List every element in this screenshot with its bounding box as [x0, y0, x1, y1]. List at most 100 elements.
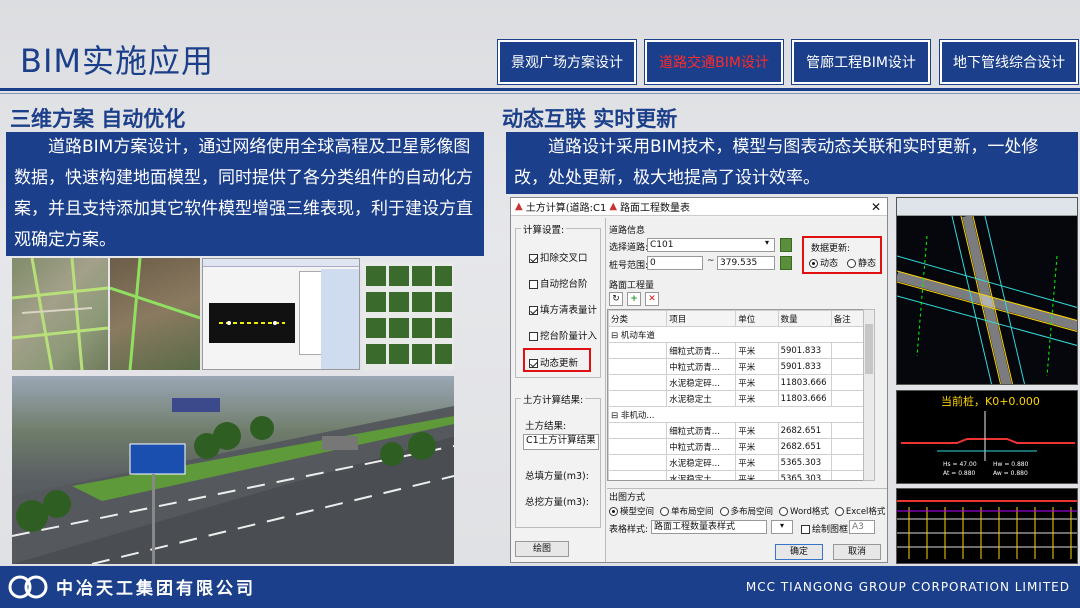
left-heading: 三维方案 自动优化: [10, 107, 186, 131]
column-header[interactable]: 分类: [608, 310, 668, 327]
road-info-label: 道路信息: [609, 226, 646, 236]
table-row[interactable]: 水泥稳定土 平米 5365.303: [608, 470, 874, 480]
quantity-table: 分类 项目 单位 数量 备注 ⊟ 机动车道 细粒式沥青... 平米 5901.833 中粒式沥青…: [607, 309, 875, 481]
paper-select[interactable]: A3: [849, 520, 875, 534]
group-label: ⊟ 非机动...: [608, 406, 874, 423]
qty-cell: 5901.833: [777, 342, 832, 359]
left-description: 道路BIM方案设计，通过网络使用全球高程及卫星影像图数据，快速构建地面模型，同时…: [6, 132, 484, 256]
tilde: ~: [707, 256, 715, 266]
table-group-row[interactable]: ⊟ 机动车道: [608, 326, 874, 343]
radio-icon: [834, 507, 844, 516]
select-road-label: 选择道路:: [609, 243, 649, 253]
dialog1-title: 土方计算(道路:C1: [525, 203, 607, 214]
table-scrollbar[interactable]: [863, 309, 875, 481]
tab-road-bim[interactable]: 道路交通BIM设计: [645, 40, 783, 84]
item-cell: 水泥稳定碎...: [666, 454, 737, 471]
table-row[interactable]: 水泥稳定碎... 平米 11803.666: [608, 374, 874, 391]
station-from-input[interactable]: 0: [647, 256, 703, 270]
checkbox-icon: [529, 280, 538, 289]
road-3d-rendering: [12, 376, 454, 564]
radio-label: 多布局空间: [730, 507, 774, 517]
cut-volume-label: 总挖方量(m3):: [525, 497, 589, 508]
delete-icon[interactable]: ✕: [645, 292, 659, 306]
longitudinal-profile-view: [896, 488, 1078, 564]
radio-static[interactable]: 静态: [847, 256, 876, 269]
unit-cell: 平米: [735, 342, 779, 359]
select-road-dropdown[interactable]: C101: [647, 238, 775, 252]
station-label: 桩号范围:: [609, 261, 649, 271]
group-label: ⊟ 机动车道: [608, 326, 874, 343]
tab-underground-pipeline[interactable]: 地下管线综合设计: [940, 40, 1078, 84]
table-row[interactable]: 细粒式沥青... 平米 2682.651: [608, 422, 874, 439]
component-thumbnails: [362, 262, 454, 370]
add-icon[interactable]: +: [627, 292, 641, 306]
checkbox-icon: [529, 332, 538, 341]
output-option-radio[interactable]: Excel格式: [834, 505, 885, 517]
chevron-down-icon[interactable]: ▾: [765, 238, 769, 247]
column-header[interactable]: 单位: [735, 310, 779, 327]
radio-dynamic[interactable]: 动态: [809, 256, 838, 269]
fill-volume-label: 总填方量(m3):: [525, 471, 589, 482]
item-cell: 中粒式沥青...: [666, 358, 737, 375]
qty-cell: 2682.651: [777, 438, 832, 455]
check-step-volume[interactable]: 挖台阶量计入: [529, 328, 597, 342]
table-row[interactable]: 中粒式沥青... 平米 2682.651: [608, 438, 874, 455]
checkbox-icon: [801, 525, 810, 534]
close-icon[interactable]: ✕: [871, 200, 881, 214]
station-to-input[interactable]: 379.535: [717, 256, 775, 270]
table-group-row[interactable]: ⊟ 非机动...: [608, 406, 874, 423]
check-fill-clearing[interactable]: 填方清表量计: [529, 302, 597, 316]
result-select[interactable]: C1土方计算结果: [523, 434, 599, 450]
section-value-3: At = 0.880: [943, 470, 976, 477]
checkbox-icon: [529, 254, 538, 263]
header-divider-thin: [0, 93, 1080, 94]
intersection-plan-view: [896, 197, 1078, 385]
output-option-radio[interactable]: Word格式: [779, 505, 829, 517]
table-row[interactable]: 水泥稳定碎... 平米 5365.303: [608, 454, 874, 471]
page-title: BIM实施应用: [20, 42, 215, 80]
app-icon: ▲: [515, 201, 523, 212]
output-option-radio[interactable]: 模型空间: [609, 505, 654, 517]
ok-button[interactable]: 确定: [775, 544, 823, 560]
table-row[interactable]: 中粒式沥青... 平米 5901.833: [608, 358, 874, 375]
table-row[interactable]: 细粒式沥青... 平米 5901.833: [608, 342, 874, 359]
radio-label: Word格式: [790, 507, 829, 517]
satellite-image-1: [12, 258, 108, 370]
check-auto-step[interactable]: 自动挖台阶: [529, 276, 588, 290]
cancel-button[interactable]: 取消: [833, 544, 881, 560]
section-value-2: Hw = 0.880: [993, 461, 1029, 468]
radio-icon: [847, 259, 856, 268]
section-value-4: Aw = 0.880: [993, 470, 1028, 477]
style-picker-icon[interactable]: ▾: [771, 520, 793, 534]
output-label: 出图方式: [609, 493, 646, 503]
draw-button[interactable]: 绘图: [515, 541, 569, 557]
tab-pipe-gallery[interactable]: 管廊工程BIM设计: [792, 40, 930, 84]
column-header[interactable]: 数量: [777, 310, 832, 327]
tab-landscape[interactable]: 景观广场方案设计: [498, 40, 636, 84]
output-option-radio[interactable]: 多布局空间: [719, 505, 774, 517]
table-style-select[interactable]: 路面工程数量表样式: [651, 520, 767, 534]
radio-icon: [719, 507, 729, 516]
pick-road-icon[interactable]: [780, 238, 792, 252]
check-deduct-intersection[interactable]: 扣除交叉口: [529, 250, 588, 264]
app-icon-2: ▲: [609, 201, 618, 212]
draw-frame-check[interactable]: 绘制图框: [801, 522, 848, 535]
table-row[interactable]: 水泥稳定土 平米 11803.666: [608, 390, 874, 407]
earthwork-dialog: ▲ 土方计算(道路:C1 ▲ 路面工程数量表 ✕ 计算设置: 扣除交叉口 自动挖…: [510, 197, 888, 563]
radio-icon: [809, 259, 818, 268]
radio-icon: [779, 507, 789, 516]
refresh-icon[interactable]: ↻: [609, 292, 623, 306]
output-options: 模型空间 单布局空间 多布局空间 Word格式 Excel格式: [609, 505, 885, 517]
output-option-radio[interactable]: 单布局空间: [660, 505, 714, 517]
unit-cell: 平米: [735, 422, 779, 439]
pick-station-icon[interactable]: [780, 256, 792, 270]
radio-icon: [609, 507, 618, 516]
column-header[interactable]: 项目: [666, 310, 737, 327]
right-description: 道路设计采用BIM技术，模型与图表动态关联和实时更新，一处修改，处处更新，极大地…: [506, 132, 1078, 194]
check-label: 自动挖台阶: [540, 279, 588, 290]
item-cell: 水泥稳定碎...: [666, 374, 737, 391]
tree-cell: [608, 390, 668, 407]
unit-cell: 平米: [735, 374, 779, 391]
tree-cell: [608, 454, 668, 471]
unit-cell: 平米: [735, 454, 779, 471]
